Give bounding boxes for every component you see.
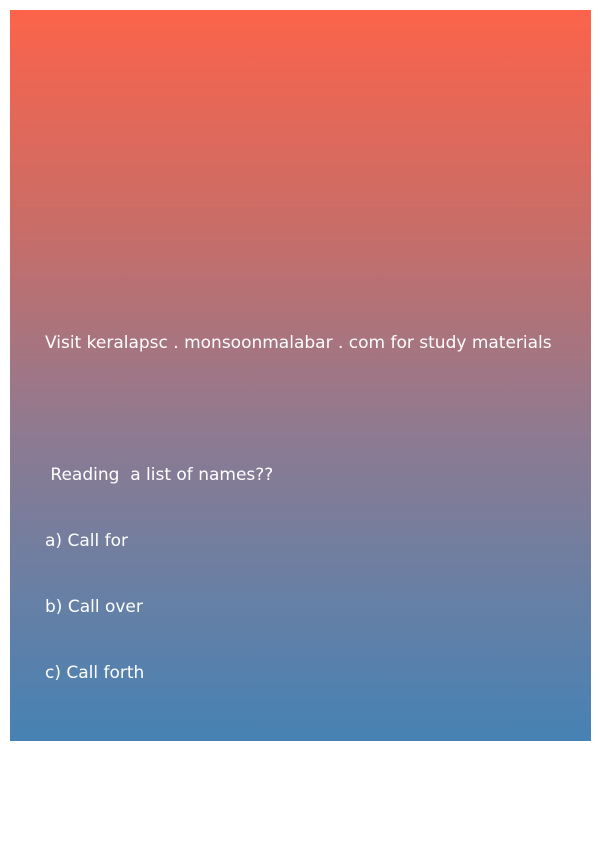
quiz-content: Visit keralapsc . monsoonmalabar . com f… — [45, 288, 585, 860]
quiz-card: Visit keralapsc . monsoonmalabar . com f… — [10, 10, 591, 815]
question-text: Reading a list of names?? — [45, 465, 274, 485]
answer-text: Answer: Call over — [45, 795, 194, 815]
option-c: c) Call forth — [45, 663, 145, 683]
option-b: b) Call over — [45, 597, 143, 617]
option-a: a) Call for — [45, 531, 128, 551]
visit-line: Visit keralapsc . monsoonmalabar . com f… — [45, 333, 552, 353]
